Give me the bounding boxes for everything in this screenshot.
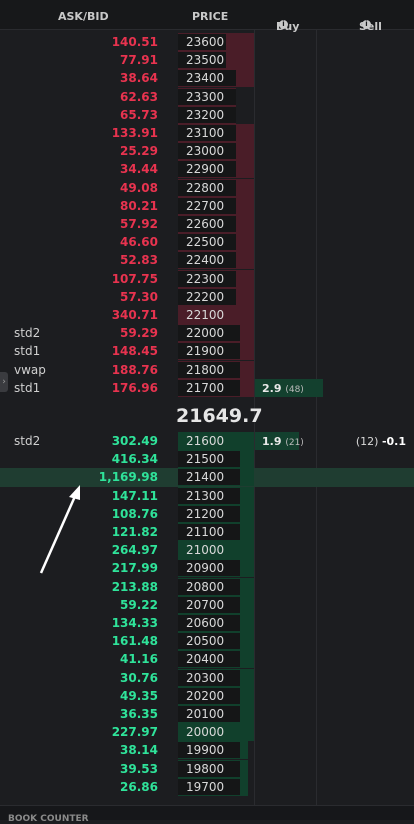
arrow-line [39, 493, 78, 574]
arrow-annotation [39, 485, 80, 574]
arrow-head [69, 485, 80, 500]
